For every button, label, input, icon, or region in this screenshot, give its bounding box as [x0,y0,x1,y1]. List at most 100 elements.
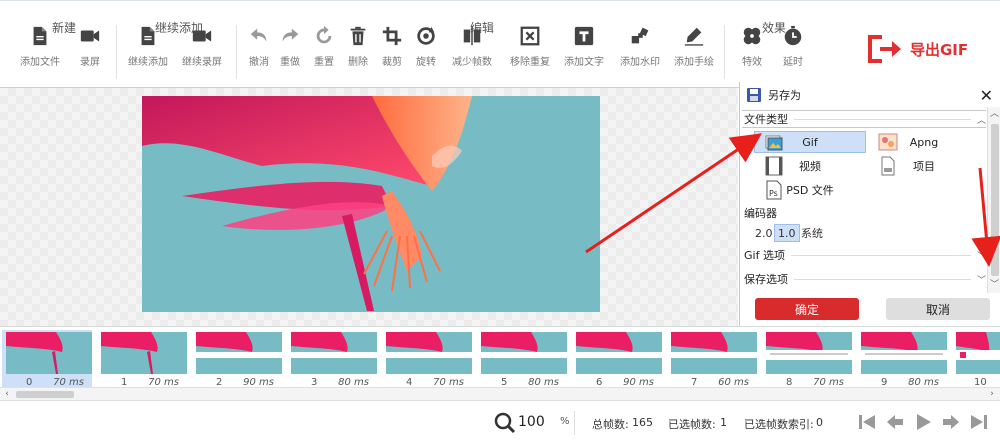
frame-thumbnail[interactable]: 5 80 ms [477,330,567,388]
frame-preview-image [861,332,947,374]
play-icon[interactable] [912,411,934,433]
continue-add-button[interactable]: 继续添加 [124,23,172,71]
export-gif-label: 导出GIF [910,40,969,59]
scroll-thumb[interactable] [16,391,74,398]
crop-label: 裁剪 [382,57,402,68]
frame-preview-image [956,332,1000,374]
ok-button[interactable]: 确定 [755,298,859,320]
file-add-icon [141,26,155,46]
app-window: 新建 添加文件 录屏 继续添加 继续添加 继续录屏 编辑 撤消 重做 重置 删除… [0,0,1000,445]
record-screen-button[interactable]: 录屏 [66,23,114,71]
previous-frame-icon[interactable] [884,411,906,433]
file-type-project-label: 项目 [913,160,935,173]
add-file-button[interactable]: 添加文件 [16,23,64,71]
record-screen-label: 录屏 [80,57,100,68]
redo-label: 重做 [280,57,300,68]
save-as-panel: 另存为 ✕ 文件类型 ︿ Gif Apng 视频 项目 Ps PSD 文件 编码… [739,82,1000,326]
selected-frames-label: 已选帧数: [668,418,716,431]
watermark-icon [631,27,649,44]
remove-duplicates-button[interactable]: 移除重复 [506,23,554,71]
total-frames-label: 总帧数: [592,418,629,431]
encoder-system[interactable]: 系统 [798,224,826,242]
file-type-video[interactable]: 视频 [754,155,866,177]
encoder-2-0-label: 2.0 [755,226,773,240]
preview-frame-image [142,96,600,312]
timeline-horizontal-scrollbar[interactable]: ‹ › [0,387,1000,401]
first-frame-icon[interactable] [856,411,878,433]
encoder-2-0[interactable]: 2.0 [752,224,776,242]
scroll-up-icon[interactable]: ︿ [988,107,1000,121]
frame-thumbnail[interactable]: 10 [952,330,1000,388]
timer-icon [784,25,802,46]
rotate-label: 旋转 [416,57,436,68]
trash-icon [350,26,366,46]
camera-icon [80,30,100,42]
encoder-section-header: 编码器 [742,204,986,222]
floppy-disk-icon [747,87,761,102]
file-type-psd[interactable]: Ps PSD 文件 [754,179,866,201]
next-frame-icon[interactable] [940,411,962,433]
zoom-input[interactable]: 100 [518,414,554,432]
frame-thumbnail[interactable]: 2 90 ms [192,330,282,388]
add-drawing-button[interactable]: 添加手绘 [670,23,718,71]
delay-button[interactable]: 延时 [769,23,817,71]
frame-thumbnail[interactable]: 4 70 ms [382,330,472,388]
separator [724,25,725,79]
add-watermark-button[interactable]: 添加水印 [616,23,664,71]
delete-label: 删除 [348,57,368,68]
rotate-button[interactable]: 旋转 [402,23,450,71]
add-watermark-label: 添加水印 [620,57,660,68]
rotate-icon [417,26,435,45]
draw-icon [684,27,704,46]
divider [574,411,575,435]
export-icon [868,35,901,63]
gif-options-section-header[interactable]: Gif 选项 ﹀ [742,246,986,264]
file-type-video-label: 视频 [799,160,821,173]
close-icon[interactable]: ✕ [980,86,993,105]
file-type-apng[interactable]: Apng [868,131,980,153]
file-type-gif[interactable]: Gif [754,131,866,153]
frame-thumbnail[interactable]: 7 60 ms [667,330,757,388]
panel-header: 另存为 ✕ [740,82,1000,107]
remove-duplicates-icon [520,26,540,46]
frame-thumbnail[interactable]: 6 90 ms [572,330,662,388]
scroll-thumb[interactable] [991,124,999,276]
frame-preview-image [196,332,282,374]
file-icon [33,26,47,46]
save-options-label: 保存选项 [744,273,788,286]
effects-icon [743,27,761,45]
continue-record-button[interactable]: 继续录屏 [178,23,226,71]
add-text-button[interactable]: 添加文字 [560,23,608,71]
continue-add-label: 继续添加 [128,57,168,68]
divider [794,118,971,120]
frame-thumbnail[interactable]: 3 80 ms [287,330,377,388]
panel-title: 另存为 [768,88,801,102]
reduce-frames-button[interactable]: 减少帧数 [448,23,496,71]
selected-index-value: 0 [816,416,823,429]
preview-canvas [0,88,738,326]
scroll-down-icon[interactable]: ﹀ [988,278,1000,292]
selected-index-label: 已选帧数索引: [744,418,814,431]
redo-icon [282,28,299,42]
frame-preview-image [766,332,852,374]
frame-thumbnail[interactable]: 8 70 ms [762,330,852,388]
text-icon [574,26,594,46]
last-frame-icon[interactable] [968,411,990,433]
divider [790,254,971,256]
encoder-1-0-label: 1.0 [778,226,796,240]
file-type-section-header[interactable]: 文件类型 ︿ [742,110,986,128]
frame-preview-image [6,332,92,374]
status-bar: 100 % 总帧数: 165 已选帧数: 1 已选帧数索引: 0 [0,400,1000,445]
encoder-1-0[interactable]: 1.0 [774,224,800,242]
file-type-project[interactable]: 项目 [868,155,980,177]
export-gif-button[interactable]: 导出GIF [866,29,986,69]
save-options-section-header[interactable]: 保存选项 ﹀ [742,270,986,288]
panel-vertical-scrollbar[interactable]: ︿ ﹀ [987,107,1000,293]
encoder-section-label: 编码器 [744,207,777,220]
frame-thumbnail[interactable]: 0 70 ms [2,330,92,388]
frame-thumbnail[interactable]: 9 80 ms [857,330,947,388]
frame-thumbnail[interactable]: 1 70 ms [97,330,187,388]
reset-icon [316,25,332,44]
reduce-frames-icon [463,26,481,46]
cancel-button[interactable]: 取消 [886,298,990,320]
